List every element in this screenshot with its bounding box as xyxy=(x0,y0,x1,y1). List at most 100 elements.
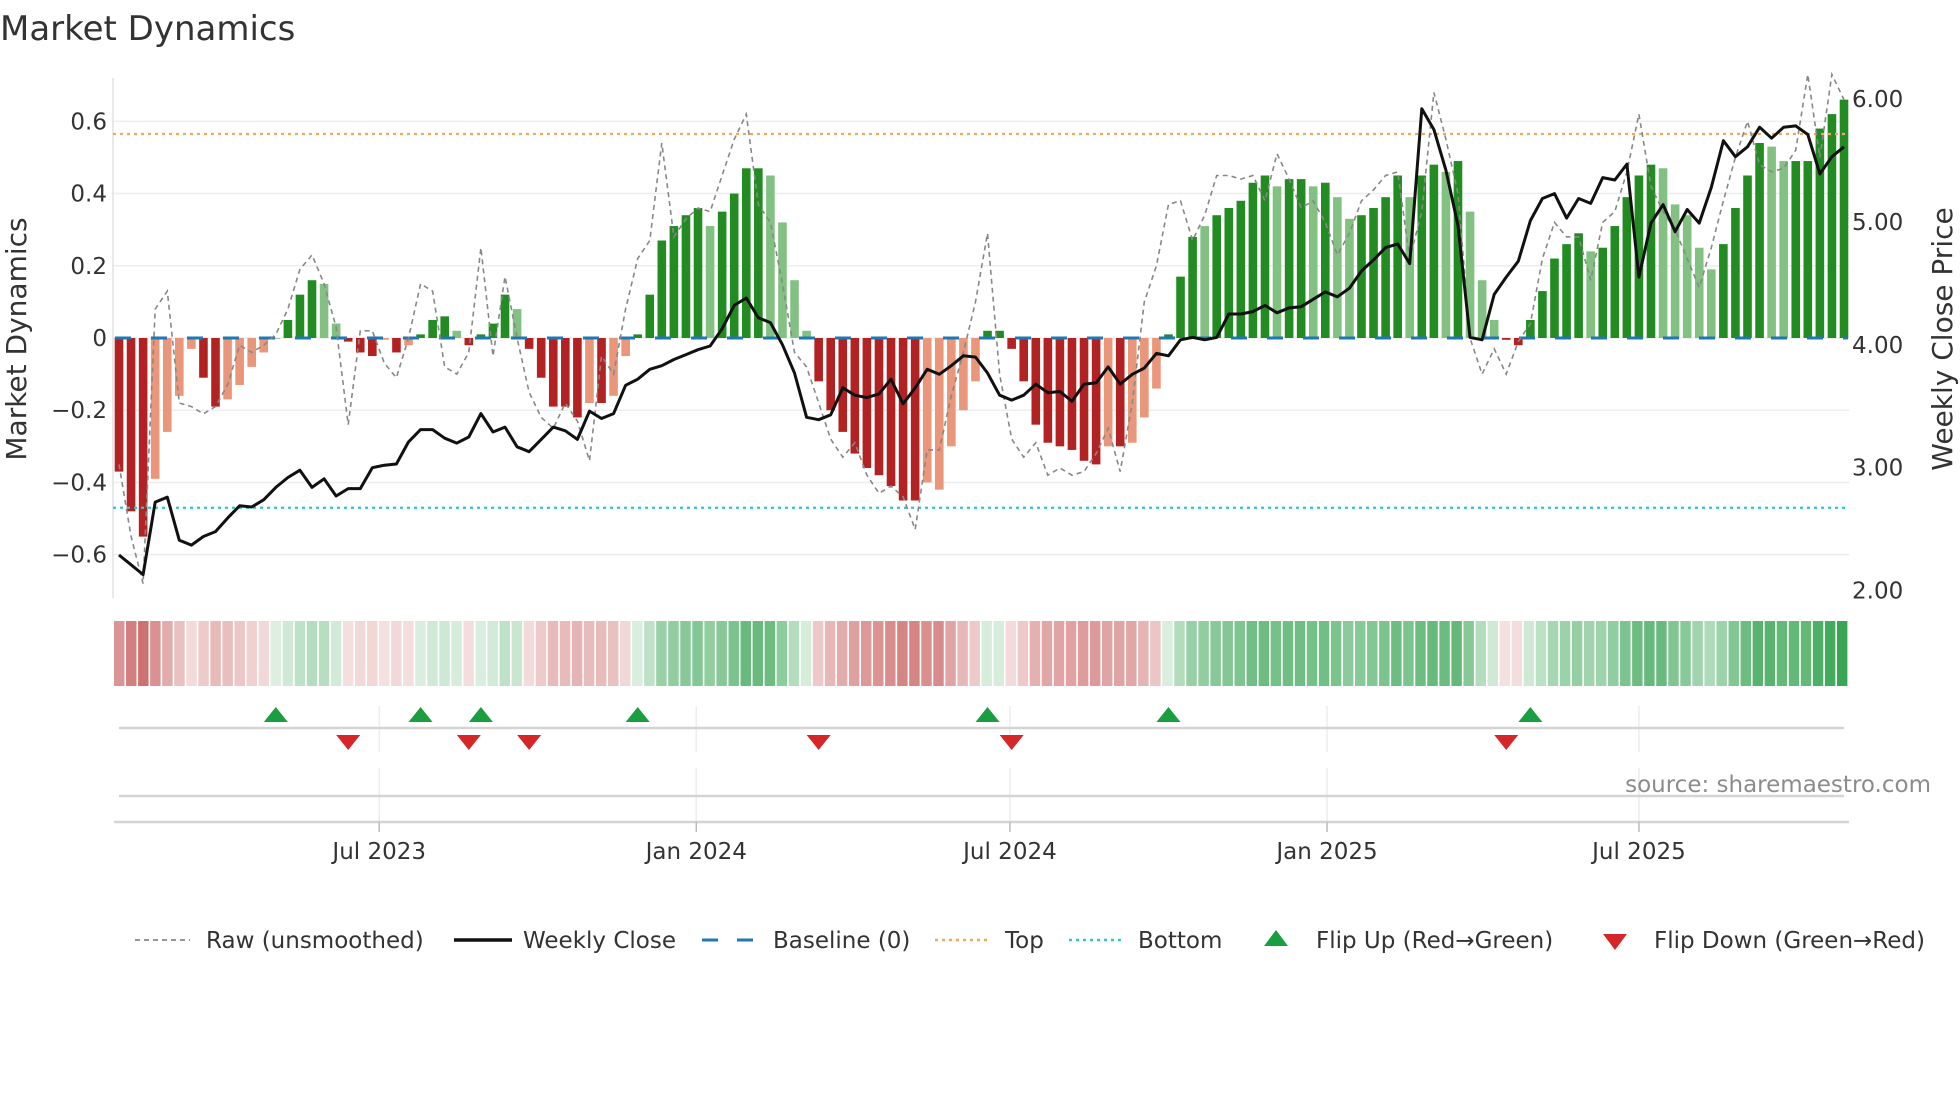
flip-down-marker xyxy=(336,735,361,750)
dynamics-bar xyxy=(524,338,534,349)
heat-strip-cell xyxy=(1475,621,1486,686)
heat-strip-cell xyxy=(764,621,776,686)
heat-strip-cell xyxy=(306,621,318,686)
left-axis-label: Market Dynamics xyxy=(0,217,33,460)
dynamics-bar xyxy=(1091,338,1101,465)
dynamics-bar xyxy=(440,316,449,338)
flip-down-marker xyxy=(999,735,1024,750)
flip-down-marker xyxy=(806,735,831,750)
heat-strip-cell xyxy=(716,621,727,686)
y2-tick-label: 4.00 xyxy=(1852,333,1903,359)
dynamics-bar xyxy=(1019,338,1029,382)
heat-strip-cell xyxy=(1511,621,1523,686)
heat-strip-cell xyxy=(342,621,354,686)
y-tick-label: 0.4 xyxy=(70,182,107,208)
heat-strip-cell xyxy=(1836,621,1848,686)
heat-strip-cell xyxy=(1210,621,1221,686)
dynamics-bar xyxy=(1441,171,1451,338)
heat-strip-cell xyxy=(1632,621,1643,686)
dynamics-bar xyxy=(536,338,546,378)
heat-strip-cell xyxy=(1282,621,1294,686)
flip-up-marker xyxy=(263,707,288,722)
heat-strip-cell xyxy=(475,621,486,686)
heat-strip-cell xyxy=(632,621,643,686)
heat-strip-cell xyxy=(186,621,197,686)
heat-strip-cell xyxy=(174,621,185,686)
heat-strip-cell xyxy=(1379,621,1390,686)
heat-strip-cell xyxy=(571,621,583,686)
dynamics-bar xyxy=(1574,233,1583,338)
dynamics-bar xyxy=(1248,182,1258,338)
heat-strip-cell xyxy=(969,621,980,686)
x-ticks: Jul 2023 Jan 2024 Jul 2024 Jan 2025 Jul 2025 xyxy=(330,822,1686,865)
x-tick-label: Jul 2023 xyxy=(330,839,426,865)
heat-strip-cell xyxy=(559,621,571,686)
heat-strip-cell xyxy=(258,621,270,686)
right-axis-label: Weekly Close Price xyxy=(1926,207,1959,470)
dynamics-bar xyxy=(1272,186,1282,338)
dynamics-bar xyxy=(1188,236,1197,338)
dynamics-heat-strip xyxy=(114,621,1848,686)
dynamics-bar xyxy=(681,215,691,338)
dynamics-bar xyxy=(573,338,582,418)
dynamics-bars xyxy=(114,99,1849,537)
heat-strip-cell xyxy=(1499,621,1511,686)
heat-strip-cell xyxy=(993,621,1004,686)
dynamics-bar xyxy=(657,240,667,338)
heat-strip-cell xyxy=(788,621,800,686)
heat-strip-cell xyxy=(487,621,498,686)
dynamics-bar xyxy=(464,338,474,346)
chart-title: Market Dynamics xyxy=(0,9,295,49)
dynamics-bar xyxy=(1176,276,1185,338)
legend-flip-up-label: Flip Up (Red→Green) xyxy=(1316,928,1553,954)
dynamics-bar xyxy=(826,338,836,411)
dynamics-bar xyxy=(1212,215,1222,338)
dynamics-bar xyxy=(1501,338,1511,340)
dynamics-bar xyxy=(1489,319,1499,338)
heat-strip-cell xyxy=(595,621,607,686)
dynamics-bar xyxy=(1767,146,1776,338)
dynamics-bar xyxy=(862,338,872,468)
heat-strip-cell xyxy=(1559,621,1571,686)
dynamics-bar xyxy=(1538,291,1547,338)
dynamics-bar xyxy=(1067,338,1077,450)
legend: Raw (unsmoothed) Weekly Close Baseline (… xyxy=(135,928,1925,954)
dynamics-bar xyxy=(1393,175,1402,338)
heat-strip-cell xyxy=(873,621,884,686)
dynamics-bar xyxy=(1345,218,1354,338)
dynamics-bar xyxy=(1743,175,1752,338)
heat-strip-cell xyxy=(620,621,631,686)
market-dynamics-chart: Market Dynamics 0.6 0.4 0.2 0 −0.2 −0.4 −0.6 6… xyxy=(0,9,1959,954)
dynamics-bar xyxy=(1381,197,1390,338)
heat-strip-cell xyxy=(1668,621,1679,686)
heat-strip-cell xyxy=(1547,621,1559,686)
heat-strip-cell xyxy=(1439,621,1450,686)
y-tick-label: 0 xyxy=(92,326,107,352)
heat-strip-cell xyxy=(294,621,306,686)
heat-strip-cell xyxy=(1656,621,1667,686)
heat-strip-cell xyxy=(1053,621,1065,686)
x-tick-label: Jan 2024 xyxy=(644,839,747,865)
y-tick-label: −0.4 xyxy=(51,470,107,496)
heat-strip-cell xyxy=(1186,621,1197,686)
heat-strip-cell xyxy=(644,621,655,686)
heat-strip-cell xyxy=(752,621,764,686)
dynamics-bar xyxy=(223,338,232,400)
heat-strip-cell xyxy=(114,621,125,686)
legend-top-label: Top xyxy=(1004,928,1044,954)
heat-strip-cell xyxy=(1535,621,1547,686)
heat-strip-cell xyxy=(861,621,872,686)
dynamics-bar xyxy=(1007,338,1016,349)
heat-strip-cell xyxy=(776,621,788,686)
dynamics-bar xyxy=(1284,179,1294,338)
heat-strip-cell xyxy=(1487,621,1498,686)
heat-strip-cell xyxy=(1367,621,1378,686)
dynamics-bar xyxy=(886,338,896,487)
dynamics-bar xyxy=(126,338,136,512)
heat-strip-cell xyxy=(198,621,209,686)
heat-strip-cell xyxy=(1463,621,1474,686)
y2-tick-label: 3.00 xyxy=(1852,456,1903,482)
dynamics-bar xyxy=(150,338,160,479)
weekly-close-line xyxy=(118,107,1845,577)
dynamics-bar xyxy=(283,319,293,338)
